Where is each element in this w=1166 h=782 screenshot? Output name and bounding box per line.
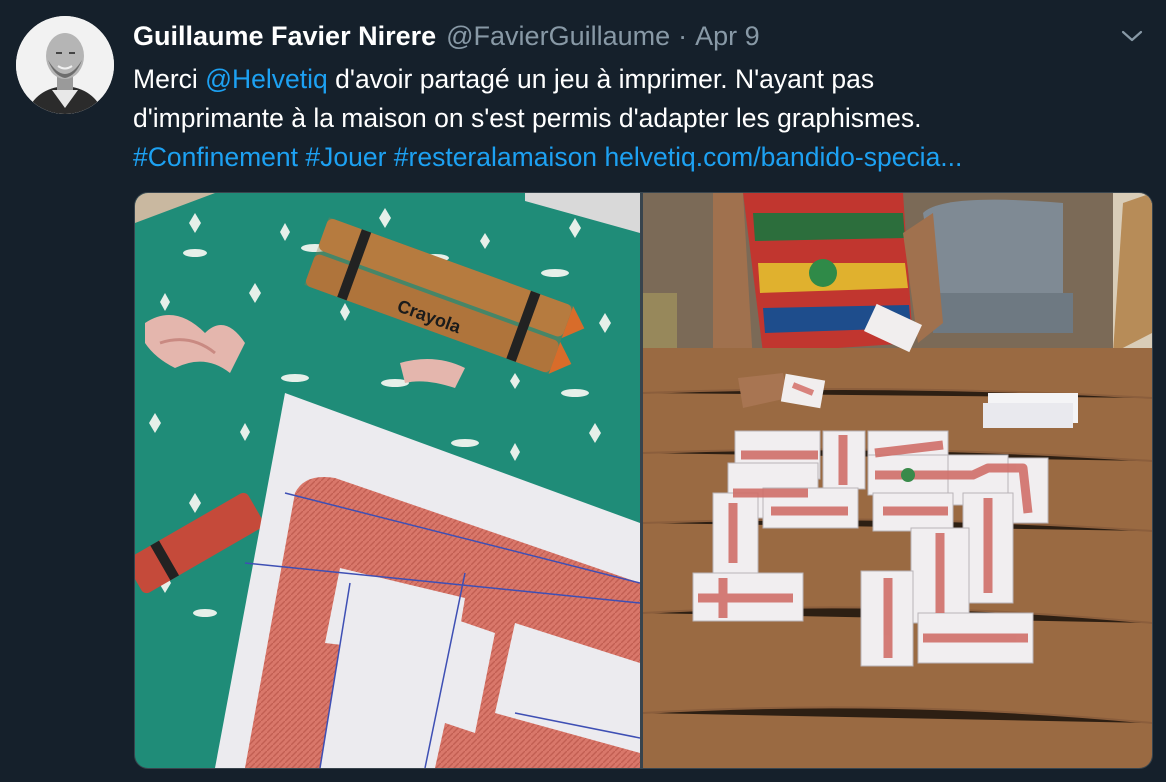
mention-link[interactable]: @Helvetiq xyxy=(205,64,328,94)
url-link[interactable]: helvetiq.com/bandido-specia... xyxy=(604,142,962,172)
tweet-text: Merci @Helvetiq d'avoir partagé un jeu à… xyxy=(133,60,1133,177)
photo-crayons-image: Crayola xyxy=(135,193,640,768)
more-options-button[interactable] xyxy=(1120,26,1144,46)
media-grid: Crayola xyxy=(134,192,1153,769)
hashtag-link[interactable]: #Confinement xyxy=(133,142,298,172)
tweet-text-line-3: #Confinement #Jouer #resteralamaison hel… xyxy=(133,138,1133,177)
hashtag-link[interactable]: #Jouer xyxy=(305,142,386,172)
avatar-image xyxy=(16,16,114,114)
text-prefix: Merci xyxy=(133,64,206,94)
chevron-down-icon xyxy=(1121,30,1143,42)
avatar[interactable] xyxy=(16,16,114,114)
tweet-text-line-1: Merci @Helvetiq d'avoir partagé un jeu à… xyxy=(133,60,1133,99)
author-handle[interactable]: @FavierGuillaume xyxy=(446,21,670,52)
photo-tiles-image xyxy=(643,193,1152,768)
hashtag-link[interactable]: #resteralamaison xyxy=(394,142,597,172)
tweet[interactable]: Guillaume Favier Nirere @FavierGuillaume… xyxy=(0,0,1166,782)
tweet-date[interactable]: Apr 9 xyxy=(695,21,760,52)
author-display-name[interactable]: Guillaume Favier Nirere xyxy=(133,21,436,52)
text-suffix: d'avoir partagé un jeu à imprimer. N'aya… xyxy=(327,64,875,94)
photo-crayons-drawing[interactable]: Crayola xyxy=(135,193,640,768)
tweet-text-line-2: d'imprimante à la maison on s'est permis… xyxy=(133,103,922,133)
photo-tiles-table[interactable] xyxy=(643,193,1152,768)
separator-dot: · xyxy=(678,20,688,51)
tweet-header: Guillaume Favier Nirere @FavierGuillaume… xyxy=(133,18,760,54)
